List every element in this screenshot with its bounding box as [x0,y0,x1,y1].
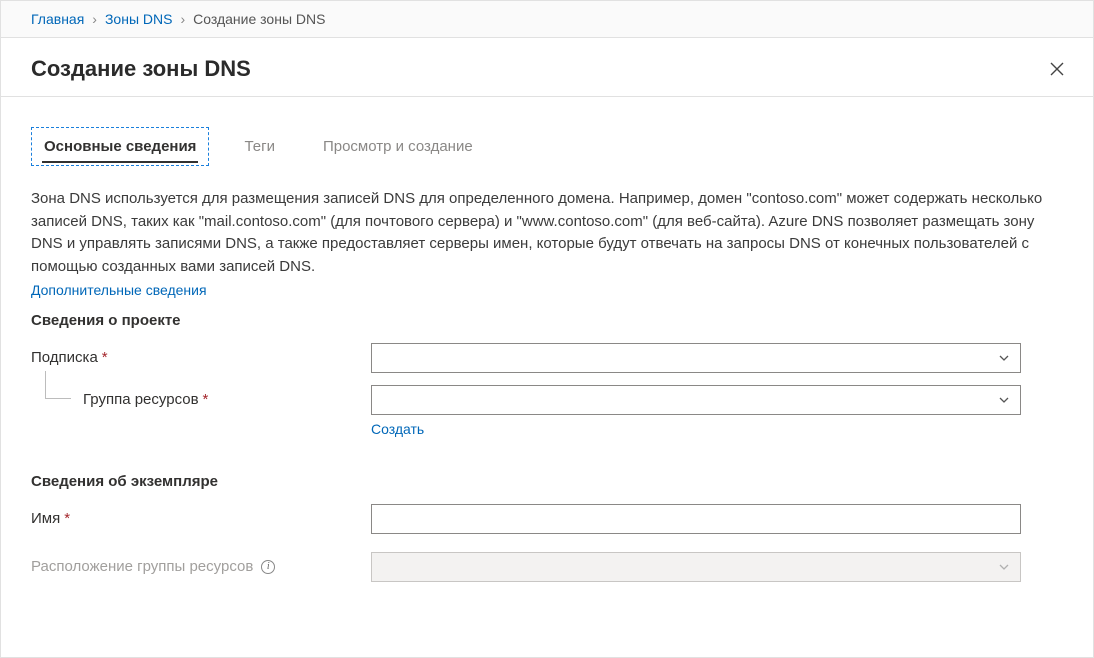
info-icon[interactable]: i [261,560,275,574]
tab-basics[interactable]: Основные сведения [31,127,209,166]
create-new-link[interactable]: Создать [371,421,424,437]
breadcrumb-current: Создание зоны DNS [193,11,325,27]
rg-location-label-text: Расположение группы ресурсов [31,558,253,575]
required-marker: * [102,349,108,366]
name-label-text: Имя [31,510,60,527]
name-input[interactable] [371,504,1021,534]
tabs: Основные сведения Теги Просмотр и создан… [31,127,1063,166]
close-button[interactable] [1047,59,1067,79]
chevron-down-icon [998,561,1010,573]
required-marker: * [64,510,70,527]
subscription-select[interactable] [371,343,1021,373]
tab-tags[interactable]: Теги [231,127,288,166]
subscription-label: Подписка * [31,343,371,366]
page-title: Создание зоны DNS [31,56,251,82]
description-text: Зона DNS используется для размещения зап… [31,188,1063,278]
learn-more-link[interactable]: Дополнительные сведения [31,282,207,298]
resource-group-label-text: Группа ресурсов [83,391,199,408]
resource-group-label: Группа ресурсов * [31,385,371,408]
breadcrumb-home[interactable]: Главная [31,11,84,27]
section-project-details: Сведения о проекте [31,312,1063,329]
breadcrumb: Главная › Зоны DNS › Создание зоны DNS [1,1,1093,38]
chevron-down-icon [998,352,1010,364]
subscription-label-text: Подписка [31,349,98,366]
close-icon [1049,61,1065,77]
chevron-right-icon: › [92,11,97,27]
rg-location-select [371,552,1021,582]
section-instance-details: Сведения об экземпляре [31,473,1063,490]
tab-review-create[interactable]: Просмотр и создание [310,127,486,166]
chevron-down-icon [998,394,1010,406]
resource-group-select[interactable] [371,385,1021,415]
rg-location-label: Расположение группы ресурсов i [31,552,371,575]
breadcrumb-dns-zones[interactable]: Зоны DNS [105,11,172,27]
name-label: Имя * [31,504,371,527]
tree-connector [45,371,71,399]
chevron-right-icon: › [180,11,185,27]
required-marker: * [203,391,209,408]
